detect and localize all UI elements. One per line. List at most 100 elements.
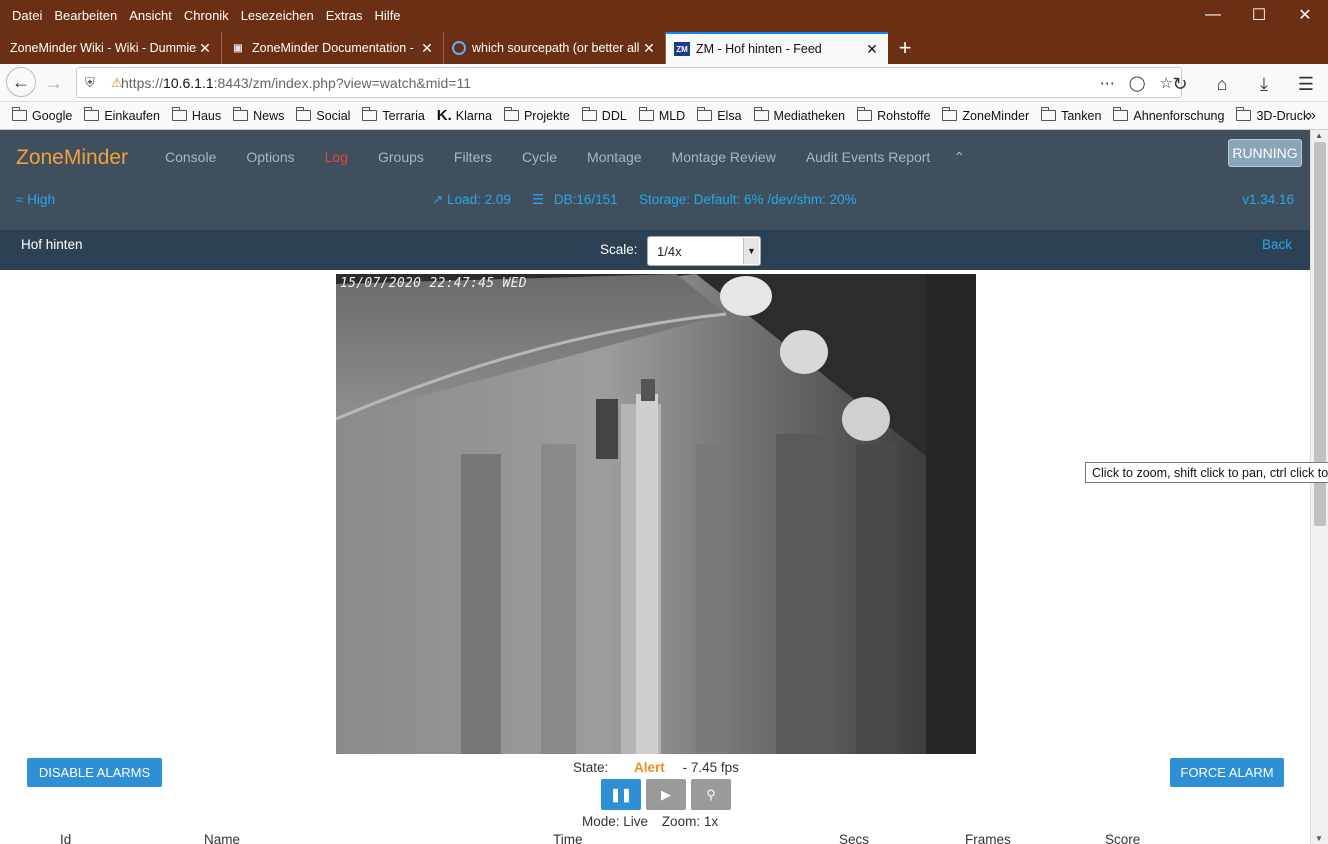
tab-zm-docs[interactable]: ▣ ZoneMinder Documentation - ✕ (222, 32, 444, 64)
menu-datei[interactable]: Datei (6, 8, 48, 23)
forum-icon (452, 41, 466, 55)
scroll-up-icon[interactable]: ▲ (1315, 131, 1323, 140)
bookmark-klarna[interactable]: K. Klarna (437, 107, 492, 124)
page-scrollbar[interactable]: ▲ ▼ (1310, 130, 1328, 844)
bookmark-label: Ahnenforschung (1133, 108, 1225, 123)
pause-icon: ❚❚ (610, 786, 632, 802)
pause-button[interactable]: ❚❚ (601, 779, 641, 810)
close-tab-icon[interactable]: ✕ (419, 40, 435, 57)
menu-chronik[interactable]: Chronik (178, 8, 235, 23)
folder-icon (753, 107, 769, 121)
pocket-icon[interactable]: ◯ (1129, 74, 1146, 92)
nav-console[interactable]: Console (165, 149, 216, 166)
bookmark-ddl[interactable]: DDL (581, 107, 627, 123)
shield-icon[interactable]: ⛨ (85, 75, 95, 91)
back-icon[interactable]: ← (6, 67, 36, 97)
close-tab-icon[interactable]: ✕ (641, 40, 657, 57)
db-indicator: ☰ DB:16/151 (532, 192, 618, 208)
tab-label: ZM - Hof hinten - Feed (696, 42, 822, 56)
zoom-out-button[interactable]: ⚲ (691, 779, 731, 810)
bookmark-ahnenforschung[interactable]: Ahnenforschung (1113, 107, 1225, 123)
new-tab-icon[interactable]: + (888, 32, 922, 64)
bookmark-mediatheken[interactable]: Mediatheken (753, 107, 845, 123)
db-label: DB:16/151 (553, 192, 618, 207)
col-score[interactable]: Score (1105, 832, 1140, 844)
more-bookmarks-icon[interactable]: » (1307, 107, 1316, 125)
zm-brand[interactable]: ZoneMinder (16, 146, 128, 170)
nav-log[interactable]: Log (325, 149, 348, 166)
bookmark-tanken[interactable]: Tanken (1041, 107, 1101, 123)
folder-icon (1113, 107, 1129, 121)
col-time[interactable]: Time (553, 832, 583, 844)
tab-label: which sourcepath (or better all (472, 41, 640, 55)
zm-nav: Console Options Log Groups Filters Cycle… (150, 149, 980, 166)
play-button[interactable]: ▶ (646, 779, 686, 810)
nav-montage-review[interactable]: Montage Review (672, 149, 776, 166)
download-icon[interactable]: ⤓ (1248, 68, 1280, 100)
bookmark-news[interactable]: News (233, 107, 284, 123)
nav-options[interactable]: Options (246, 149, 294, 166)
bandwidth-label: High (27, 192, 55, 207)
nav-audit-events-report[interactable]: Audit Events Report (806, 149, 931, 166)
close-window-icon[interactable]: ✕ (1282, 0, 1328, 30)
reload-icon[interactable]: ↻ (1164, 68, 1196, 100)
menu-bearbeiten[interactable]: Bearbeiten (48, 8, 123, 23)
close-tab-icon[interactable]: ✕ (197, 40, 213, 57)
chevron-up-icon[interactable]: ⌃ (953, 149, 965, 166)
folder-icon (296, 107, 312, 121)
bookmark-mld[interactable]: MLD (638, 107, 685, 123)
url-bar[interactable]: ⛨ ⚠ https://10.6.1.1:8443/zm/index.php?v… (76, 67, 1182, 98)
nav-groups[interactable]: Groups (378, 149, 424, 166)
close-tab-icon[interactable]: ✕ (864, 41, 880, 58)
bookmark-elsa[interactable]: Elsa (697, 107, 742, 123)
col-name[interactable]: Name (204, 832, 240, 844)
home-icon[interactable]: ⌂ (1206, 68, 1238, 100)
page-actions-icon[interactable]: ⋯ (1100, 74, 1115, 92)
back-link[interactable]: Back (1262, 237, 1292, 252)
folder-icon (1236, 107, 1252, 121)
bookmark-projekte[interactable]: Projekte (503, 107, 570, 123)
bandwidth-indicator[interactable]: ≈ High (16, 192, 55, 207)
version-label[interactable]: v1.34.16 (1242, 192, 1294, 207)
zm-icon: ZM (674, 42, 690, 56)
bookmark-3d-druck[interactable]: 3D-Druck (1236, 107, 1309, 123)
bookmark-google[interactable]: Google (12, 107, 72, 123)
bookmark-einkaufen[interactable]: Einkaufen (84, 107, 160, 123)
menu-hilfe[interactable]: Hilfe (369, 8, 407, 23)
bookmark-zoneminder[interactable]: ZoneMinder (942, 107, 1029, 123)
nav-montage[interactable]: Montage (587, 149, 641, 166)
col-frames[interactable]: Frames (965, 832, 1011, 844)
run-state-button[interactable]: RUNNING (1228, 139, 1302, 167)
menu-ansicht[interactable]: Ansicht (123, 8, 178, 23)
tab-zm-feed[interactable]: ZM ZM - Hof hinten - Feed ✕ (666, 32, 888, 64)
docs-icon: ▣ (233, 42, 243, 54)
state-value: Alert (634, 760, 665, 775)
zoom-icon: ⚲ (706, 786, 716, 802)
nav-filters[interactable]: Filters (454, 149, 492, 166)
bookmark-haus[interactable]: Haus (171, 107, 221, 123)
maximize-icon[interactable]: ☐ (1236, 0, 1282, 30)
menu-lesezeichen[interactable]: Lesezeichen (235, 8, 320, 23)
camera-feed[interactable]: 15/07/2020 22:47:45 WED (336, 274, 976, 754)
insecure-lock-icon[interactable]: ⚠ (111, 75, 123, 91)
tab-zm-wiki[interactable]: ZoneMinder Wiki - Wiki - Dummies ✕ (0, 32, 222, 64)
col-id[interactable]: Id (60, 832, 71, 844)
col-secs[interactable]: Secs (839, 832, 869, 844)
minimize-icon[interactable]: — (1190, 0, 1236, 30)
folder-icon (503, 107, 519, 121)
force-alarm-button[interactable]: FORCE ALARM (1170, 758, 1284, 787)
state-line: State: Alert - 7.45 fps (573, 760, 739, 775)
bookmark-rohstoffe[interactable]: Rohstoffe (857, 107, 930, 123)
mode-line: Mode: Live Zoom: 1x (582, 814, 718, 829)
hamburger-menu-icon[interactable]: ☰ (1290, 68, 1322, 100)
bookmark-terraria[interactable]: Terraria (362, 107, 425, 123)
scale-select[interactable]: 1/4x ▼ (647, 236, 761, 266)
database-icon: ☰ (532, 192, 545, 207)
bookmark-social[interactable]: Social (296, 107, 350, 123)
menu-extras[interactable]: Extras (320, 8, 369, 23)
nav-cycle[interactable]: Cycle (522, 149, 557, 166)
scroll-down-icon[interactable]: ▼ (1315, 834, 1323, 843)
forward-icon[interactable]: → (38, 67, 70, 99)
disable-alarms-button[interactable]: DISABLE ALARMS (27, 758, 162, 787)
tab-forum[interactable]: which sourcepath (or better all ✕ (444, 32, 666, 64)
